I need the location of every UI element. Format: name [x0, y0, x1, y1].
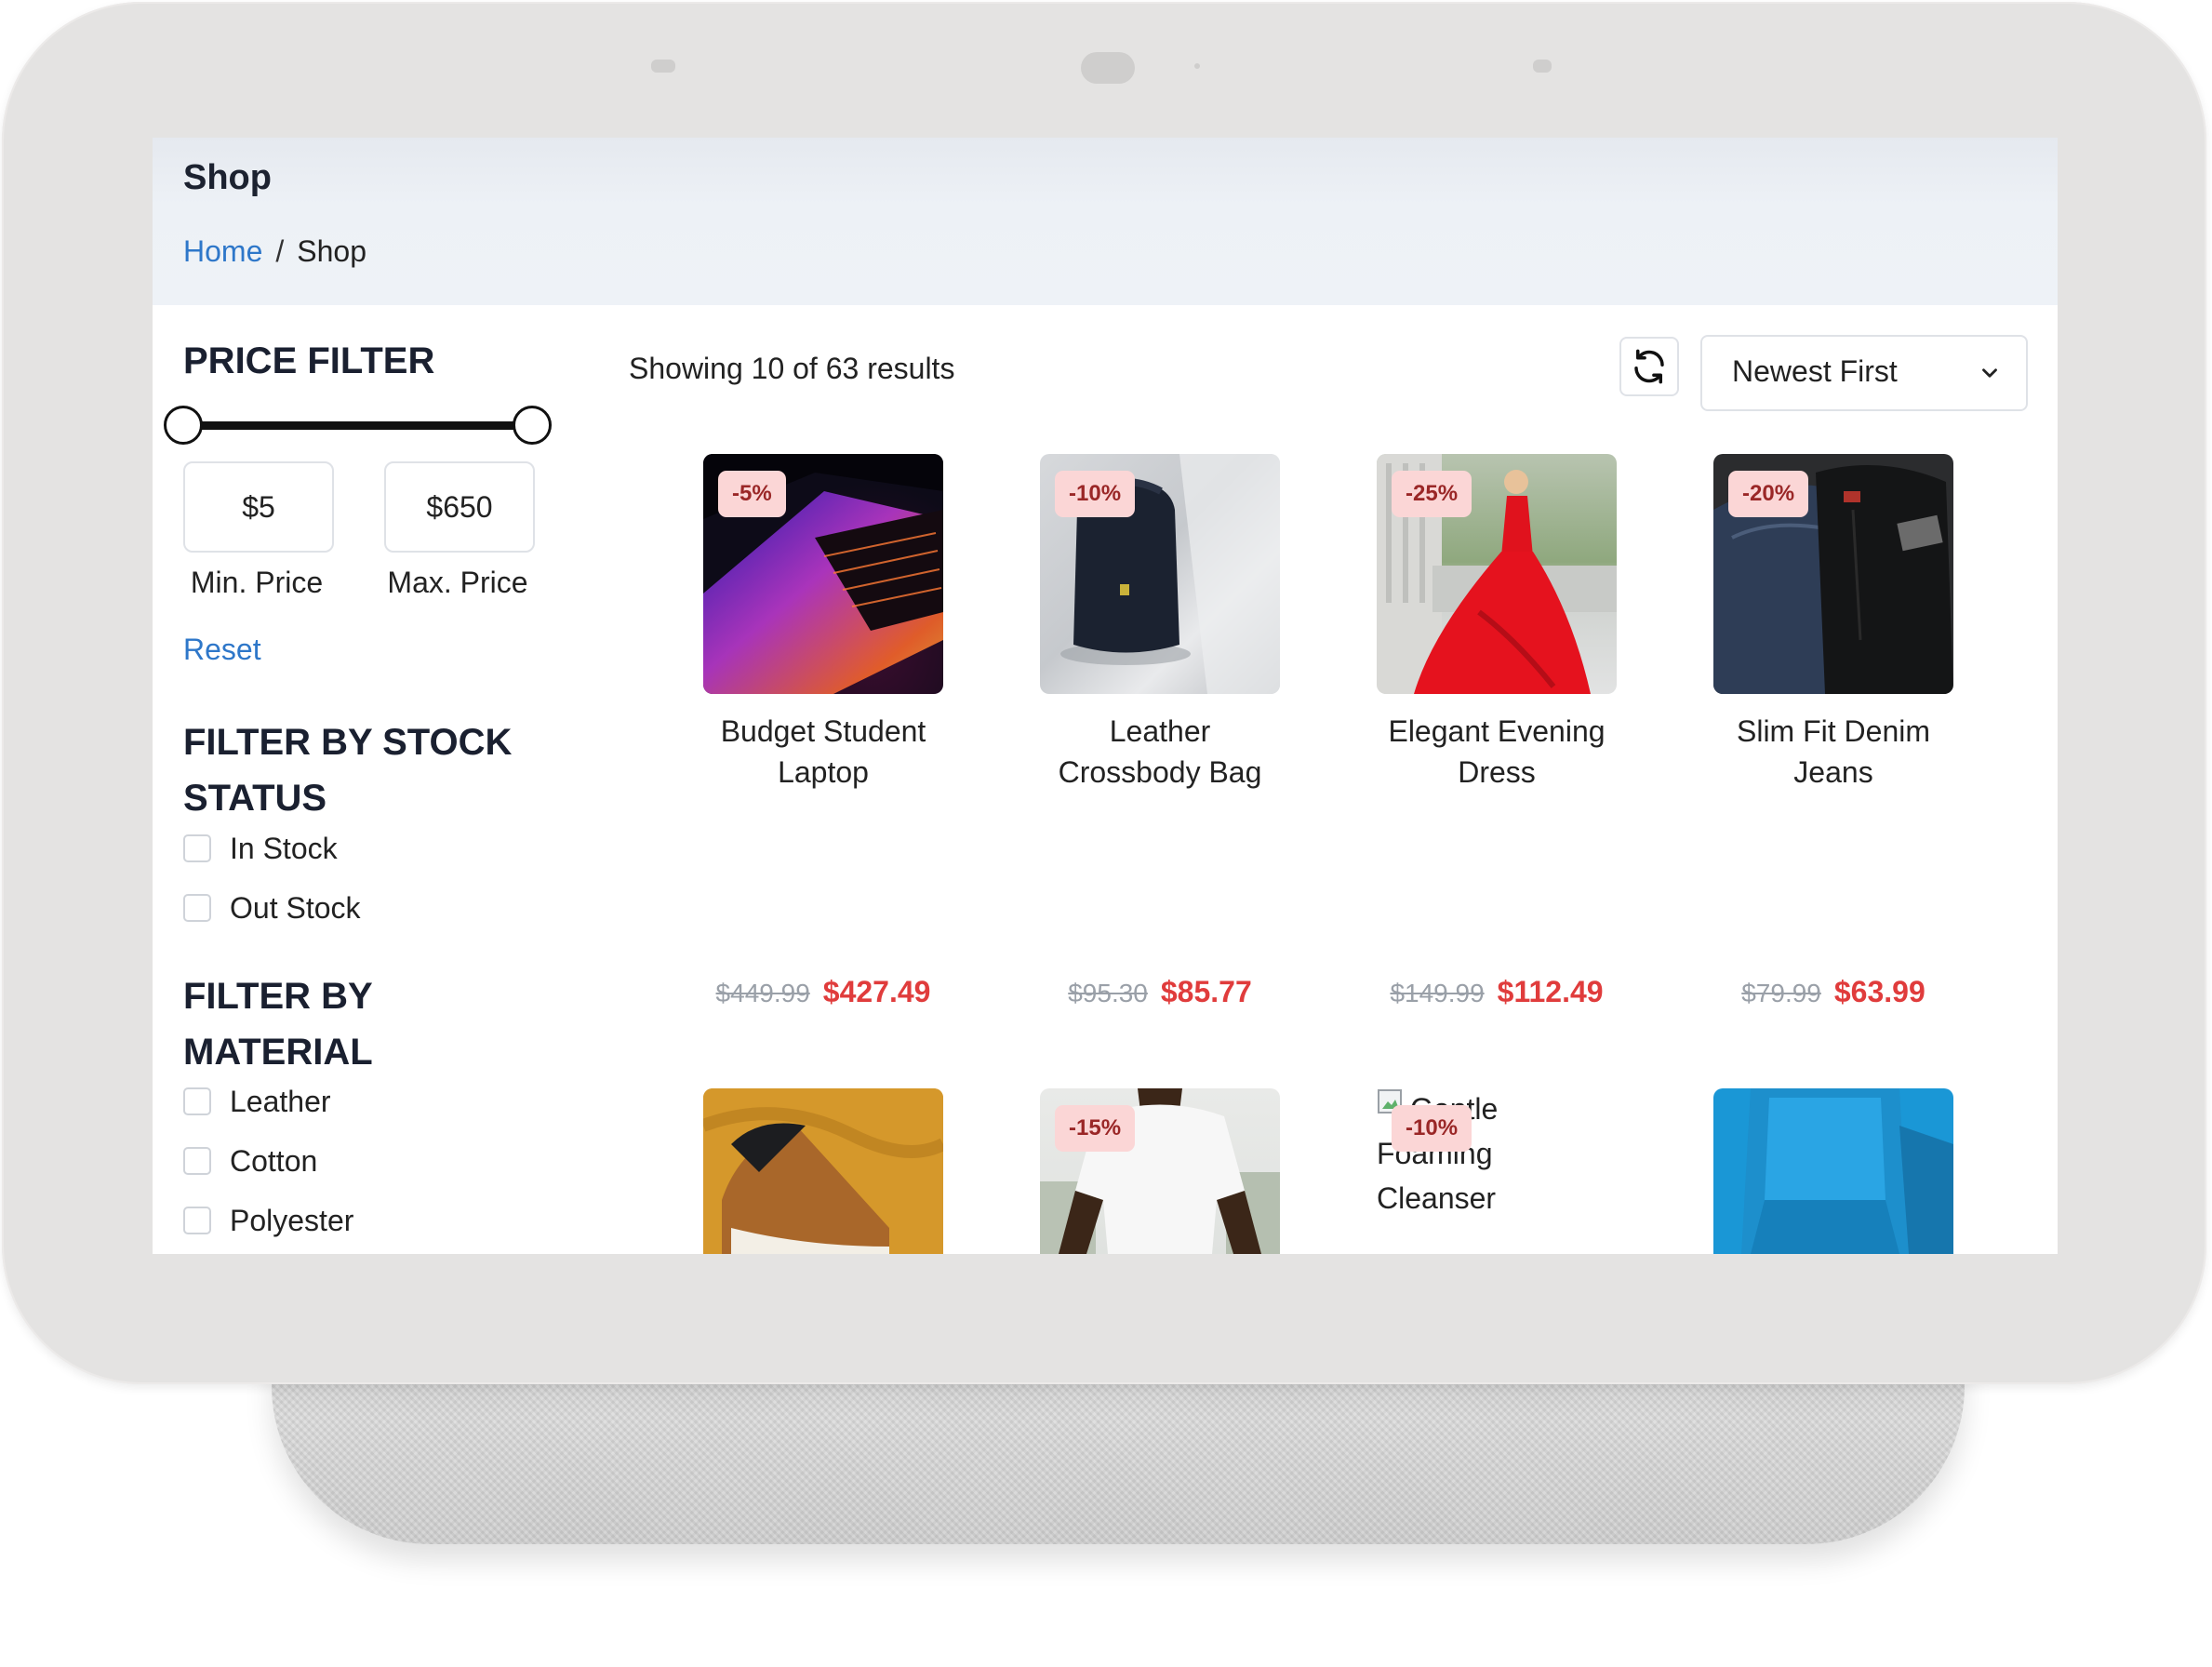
- material-option-polyester[interactable]: Polyester: [183, 1202, 353, 1239]
- product-name-line2: Dress: [1458, 755, 1536, 789]
- page-header: Shop Home / Shop: [153, 138, 2058, 305]
- product-name-jeans[interactable]: Slim Fit Denim Jeans: [1694, 711, 1973, 793]
- checkbox[interactable]: [183, 1207, 211, 1234]
- mic-sensor-left: [651, 60, 675, 73]
- max-price-label: Max. Price: [387, 566, 528, 599]
- old-price: $449.99: [715, 979, 810, 1007]
- product-image-laptop[interactable]: -5%: [703, 454, 943, 694]
- alt-text-line3: Cleanser: [1377, 1181, 1497, 1215]
- product-image-chair[interactable]: [1713, 1088, 1953, 1254]
- product-price-bag: $95.30 $85.77: [1020, 975, 1299, 1009]
- stock-filter-title-line1: FILTER BY STOCK: [183, 722, 513, 763]
- stock-option-out-stock[interactable]: Out Stock: [183, 889, 361, 927]
- discount-badge: -10%: [1055, 471, 1136, 517]
- stock-option-label: Out Stock: [230, 890, 361, 925]
- product-image-jeans[interactable]: -20%: [1713, 454, 1953, 694]
- breadcrumb-home-link[interactable]: Home: [183, 234, 262, 268]
- breadcrumb-current: Shop: [297, 234, 366, 268]
- checkbox[interactable]: [183, 834, 211, 862]
- screen: Shop Home / Shop PRICE FILTER $5 $650 Min.…: [153, 138, 2058, 1254]
- product-image-tshirt[interactable]: -15%: [1040, 1088, 1280, 1254]
- product-image-bag[interactable]: -10%: [1040, 454, 1280, 694]
- min-price-input[interactable]: $5: [183, 461, 334, 553]
- product-name-line1: Slim Fit Denim: [1736, 714, 1930, 748]
- breadcrumb: Home / Shop: [183, 234, 366, 269]
- results-count: Showing 10 of 63 results: [629, 352, 955, 385]
- product-name-line1: Budget Student: [720, 714, 926, 748]
- discount-badge: -20%: [1728, 471, 1809, 517]
- sale-price: $112.49: [1497, 975, 1604, 1008]
- discount-badge: -5%: [718, 471, 786, 517]
- sort-selected-value: Newest First: [1732, 354, 1898, 388]
- smart-display-device: Shop Home / Shop PRICE FILTER $5 $650 Min.…: [0, 0, 2212, 1667]
- old-price: $149.99: [1390, 979, 1485, 1007]
- price-filter-title: PRICE FILTER: [183, 340, 435, 381]
- camera-sensor: [1081, 52, 1135, 84]
- material-filter-title-line1: FILTER BY: [183, 976, 373, 1017]
- sort-select[interactable]: Newest First: [1700, 335, 2028, 411]
- old-price: $79.99: [1741, 979, 1821, 1007]
- checkbox[interactable]: [183, 894, 211, 922]
- material-option-leather[interactable]: Leather: [183, 1083, 331, 1120]
- material-filter-title: FILTER BY MATERIAL: [183, 968, 537, 1080]
- checkbox[interactable]: [183, 1087, 211, 1115]
- product-price-jeans: $79.99 $63.99: [1694, 975, 1973, 1009]
- price-range-track[interactable]: [183, 421, 537, 430]
- refresh-button[interactable]: [1619, 337, 1679, 396]
- stock-filter-title: FILTER BY STOCK STATUS: [183, 714, 537, 826]
- discount-badge: -25%: [1392, 471, 1472, 517]
- chair-photo: [1741, 1088, 1953, 1254]
- reset-filter-link[interactable]: Reset: [183, 633, 261, 667]
- light-sensor: [1194, 63, 1200, 69]
- product-price-laptop: $449.99 $427.49: [684, 975, 963, 1009]
- product-image-sneaker[interactable]: [703, 1088, 943, 1254]
- stock-option-label: In Stock: [230, 831, 338, 865]
- old-price: $95.30: [1068, 979, 1148, 1007]
- breadcrumb-separator: /: [275, 234, 285, 268]
- product-name-line2: Jeans: [1793, 755, 1873, 789]
- price-min-handle[interactable]: [164, 406, 203, 445]
- checkbox[interactable]: [183, 1147, 211, 1175]
- product-price-dress: $149.99 $112.49: [1357, 975, 1636, 1009]
- sale-price: $85.77: [1160, 975, 1252, 1008]
- product-name-line1: Elegant Evening: [1388, 714, 1606, 748]
- product-name-dress[interactable]: Elegant Evening Dress: [1357, 711, 1636, 793]
- product-name-bag[interactable]: Leather Crossbody Bag: [1020, 711, 1299, 793]
- min-price-label: Min. Price: [190, 566, 324, 599]
- material-option-label: Polyester: [230, 1203, 354, 1237]
- chevron-down-icon: [1982, 368, 1997, 378]
- product-name-laptop[interactable]: Budget Student Laptop: [684, 711, 963, 793]
- product-name-line2: Crossbody Bag: [1058, 755, 1262, 789]
- sale-price: $63.99: [1833, 975, 1926, 1008]
- stock-filter-title-line2: STATUS: [183, 778, 327, 819]
- product-name-line2: Laptop: [778, 755, 869, 789]
- refresh-icon: [1634, 349, 1664, 384]
- price-max-handle[interactable]: [513, 406, 552, 445]
- product-name-line1: Leather: [1109, 714, 1211, 748]
- stock-option-in-stock[interactable]: In Stock: [183, 830, 338, 867]
- discount-badge: -10%: [1392, 1105, 1472, 1152]
- sneaker-photo: [703, 1088, 943, 1254]
- material-option-cotton[interactable]: Cotton: [183, 1142, 317, 1180]
- discount-badge: -15%: [1055, 1105, 1136, 1152]
- material-option-label: Leather: [230, 1084, 331, 1118]
- page-title: Shop: [183, 158, 272, 197]
- material-option-label: Cotton: [230, 1143, 318, 1178]
- sale-price: $427.49: [822, 975, 931, 1008]
- material-filter-title-line2: MATERIAL: [183, 1032, 373, 1073]
- max-price-input[interactable]: $650: [384, 461, 535, 553]
- mic-sensor-right: [1533, 60, 1552, 73]
- product-image-dress[interactable]: -25%: [1377, 454, 1617, 694]
